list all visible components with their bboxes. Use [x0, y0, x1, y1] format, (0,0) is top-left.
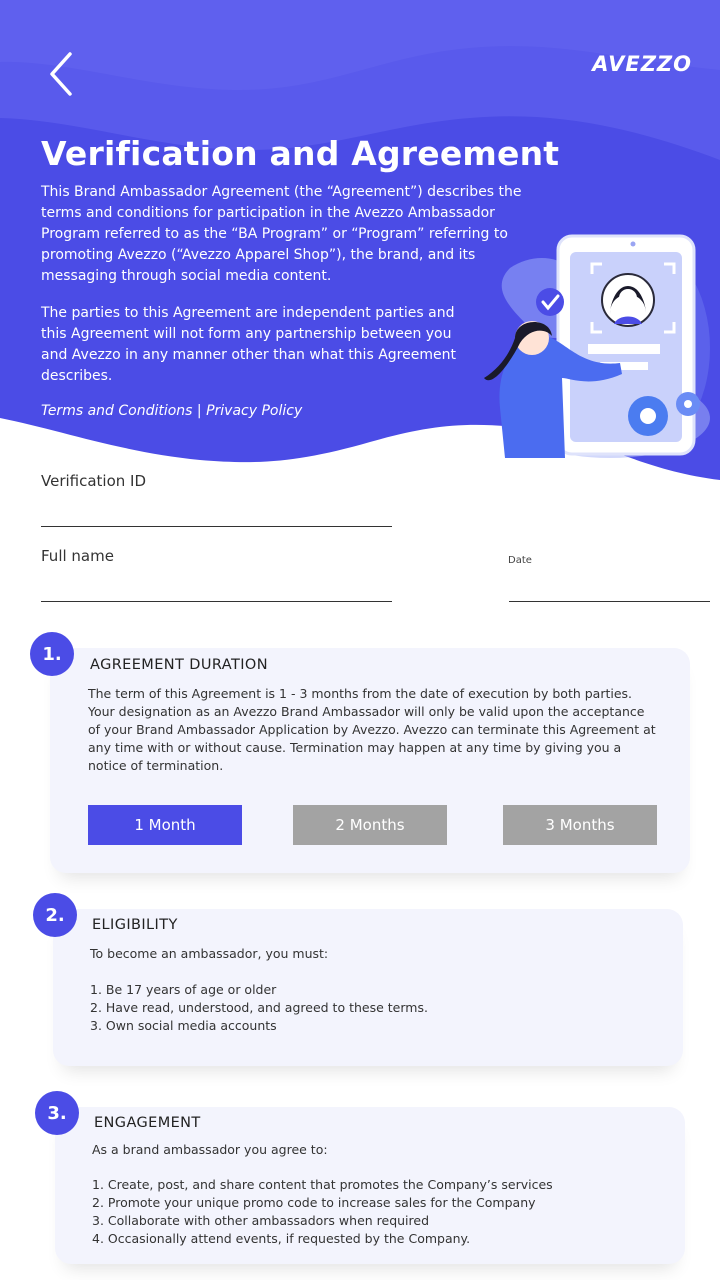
terms-link[interactable]: Terms and Conditions	[41, 403, 192, 419]
engagement-intro: As a brand ambassador you agree to:	[92, 1142, 328, 1157]
verification-id-input[interactable]	[41, 500, 392, 527]
agreement-duration-text: The term of this Agreement is 1 - 3 mont…	[88, 686, 656, 773]
list-item: 3. Own social media accounts	[90, 1018, 277, 1033]
page-title: Verification and Agreement	[41, 134, 560, 173]
link-separator: |	[192, 403, 207, 419]
verification-id-label: Verification ID	[41, 472, 147, 490]
intro-paragraph: This Brand Ambassador Agreement (the “Ag…	[41, 184, 522, 284]
list-item: 2. Have read, understood, and agreed to …	[90, 1000, 428, 1015]
engagement-list: 1. Create, post, and share content that …	[92, 1176, 553, 1248]
full-name-label: Full name	[41, 547, 114, 565]
section-number-badge: 2.	[33, 893, 77, 937]
brand-logo: AVEZZO	[592, 52, 692, 76]
list-item: 2. Promote your unique promo code to inc…	[92, 1195, 536, 1210]
duration-option-3-months[interactable]: 3 Months	[503, 805, 657, 845]
back-button[interactable]	[44, 48, 80, 100]
engagement-title: ENGAGEMENT	[94, 1115, 201, 1131]
duration-option-2-months[interactable]: 2 Months	[293, 805, 447, 845]
chevron-left-icon	[50, 52, 72, 96]
list-item: 1. Be 17 years of age or older	[90, 982, 277, 997]
privacy-link[interactable]: Privacy Policy	[206, 403, 302, 419]
duration-option-1-month[interactable]: 1 Month	[88, 805, 242, 845]
section-number-badge: 3.	[35, 1091, 79, 1135]
section-number-badge: 1.	[30, 632, 74, 676]
agreement-duration-title: AGREEMENT DURATION	[90, 657, 268, 673]
full-name-input[interactable]	[41, 575, 392, 602]
date-label: Date	[508, 555, 532, 566]
list-item: 3. Collaborate with other ambassadors wh…	[92, 1213, 430, 1228]
independence-paragraph: The parties to this Agreement are indepe…	[41, 305, 456, 384]
eligibility-intro: To become an ambassador, you must:	[90, 946, 329, 961]
list-item: 4. Occasionally attend events, if reques…	[92, 1231, 471, 1246]
list-item: 1. Create, post, and share content that …	[92, 1177, 553, 1192]
date-input[interactable]	[509, 575, 710, 602]
eligibility-list: 1. Be 17 years of age or older 2. Have r…	[90, 981, 428, 1035]
eligibility-title: ELIGIBILITY	[92, 917, 178, 933]
legal-links: Terms and Conditions | Privacy Policy	[41, 403, 302, 419]
